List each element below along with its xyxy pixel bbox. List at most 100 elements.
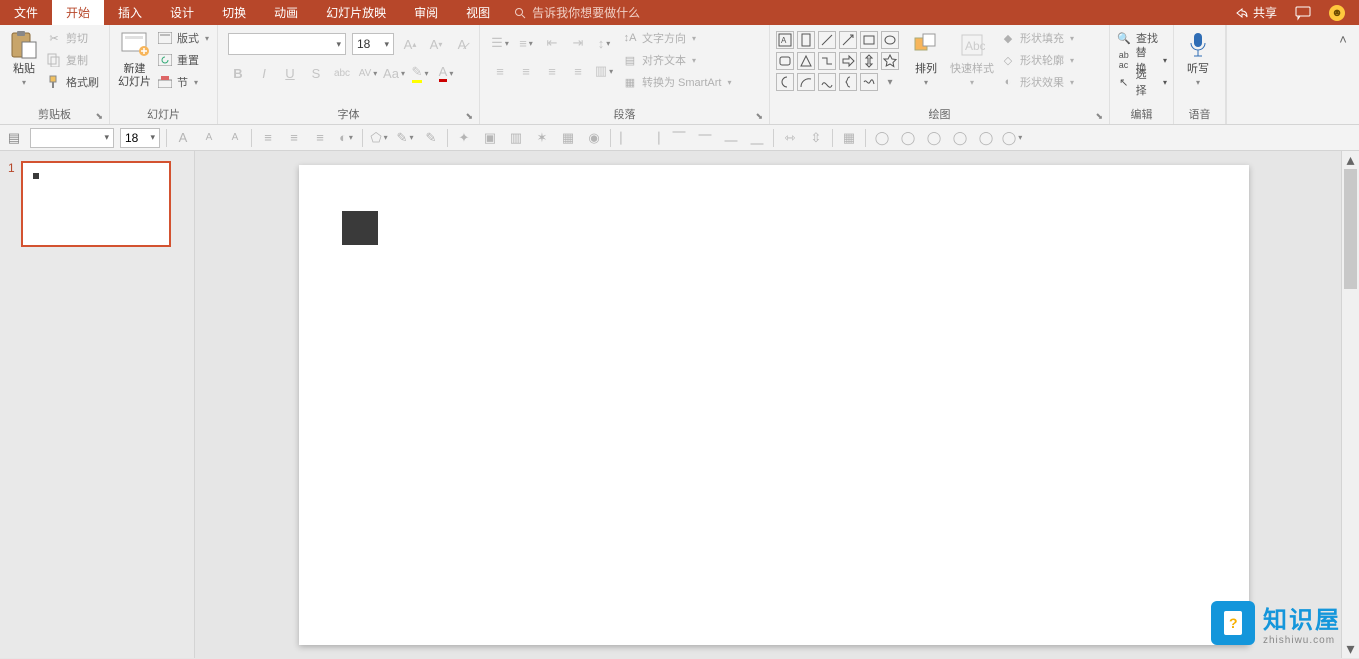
qat-circle-3[interactable]: ◯ <box>924 128 944 148</box>
qat-icon-2[interactable]: ▥ <box>506 128 526 148</box>
qat-dist-v[interactable]: ⇳ <box>806 128 826 148</box>
font-color-button[interactable]: A <box>436 63 456 83</box>
numbering-button[interactable]: ≡ <box>516 33 536 53</box>
qat-icon-4[interactable]: ▦ <box>558 128 578 148</box>
scroll-down-button[interactable]: ▾ <box>1342 640 1359 658</box>
qat-group[interactable]: ▦ <box>839 128 859 148</box>
qat-circle-4[interactable]: ◯ <box>950 128 970 148</box>
qat-align-2[interactable]: ⎹ <box>643 128 663 148</box>
shadow-button[interactable]: abc <box>332 63 352 83</box>
qat-icon-3[interactable]: ✶ <box>532 128 552 148</box>
tab-transitions[interactable]: 切换 <box>208 0 260 25</box>
tab-file[interactable]: 文件 <box>0 0 52 25</box>
change-case-button[interactable]: Aa <box>384 63 404 83</box>
scroll-up-button[interactable]: ▴ <box>1342 151 1359 169</box>
shape-textbox-vert[interactable] <box>797 31 815 49</box>
slide-rectangle-shape[interactable] <box>342 211 378 245</box>
shrink-font-button[interactable]: A▾ <box>426 34 446 54</box>
qat-btn-c[interactable]: ✎ <box>421 128 441 148</box>
qat-font-size-down[interactable]: A <box>199 128 219 148</box>
qat-align-5[interactable]: ⎼ <box>721 128 741 148</box>
font-launcher[interactable]: ⬊ <box>465 111 473 122</box>
align-text-button[interactable]: ▤对齐文本▾ <box>620 49 733 71</box>
convert-smartart-button[interactable]: ▦转换为 SmartArt▾ <box>620 71 733 93</box>
italic-button[interactable]: I <box>254 63 274 83</box>
shape-rectangle[interactable] <box>860 31 878 49</box>
section-button[interactable]: 节▾ <box>155 71 211 93</box>
layout-button[interactable]: 版式▾ <box>155 27 211 49</box>
qat-align-left[interactable]: ≡ <box>258 128 278 148</box>
bullets-button[interactable]: ☰ <box>490 33 510 53</box>
slide[interactable] <box>299 165 1249 645</box>
shape-textbox[interactable]: A <box>776 31 794 49</box>
qat-char-spacing[interactable]: A <box>225 128 245 148</box>
select-button[interactable]: ↖选择▾ <box>1114 71 1169 93</box>
shape-line-arrow[interactable] <box>839 31 857 49</box>
underline-button[interactable]: U <box>280 63 300 83</box>
shape-triangle[interactable] <box>797 52 815 70</box>
strikethrough-button[interactable]: S <box>306 63 326 83</box>
clipboard-launcher[interactable]: ⬊ <box>95 111 103 122</box>
qat-align-6[interactable]: ⎽ <box>747 128 767 148</box>
qat-align-4[interactable]: ⎻ <box>695 128 715 148</box>
shape-moon[interactable] <box>776 73 794 91</box>
account-smiley-icon[interactable]: ☻ <box>1329 5 1345 21</box>
tab-insert[interactable]: 插入 <box>104 0 156 25</box>
vertical-scrollbar[interactable]: ▴ ▾ <box>1341 151 1359 658</box>
columns-button[interactable]: ▥ <box>594 61 614 81</box>
slide-thumbnail-1[interactable] <box>21 161 171 247</box>
shape-oval[interactable] <box>881 31 899 49</box>
comments-icon[interactable] <box>1295 5 1311 21</box>
shape-fill-button[interactable]: ◆形状填充▾ <box>998 27 1076 49</box>
align-center-button[interactable]: ≡ <box>516 61 536 81</box>
qat-circle-5[interactable]: ◯ <box>976 128 996 148</box>
arrange-button[interactable]: 排列▾ <box>906 27 946 91</box>
highlight-button[interactable]: ✎ <box>410 63 430 83</box>
shape-arc[interactable] <box>797 73 815 91</box>
qat-font-size-up[interactable]: A <box>173 128 193 148</box>
grow-font-button[interactable]: A▴ <box>400 34 420 54</box>
qat-align-right[interactable]: ≡ <box>310 128 330 148</box>
align-right-button[interactable]: ≡ <box>542 61 562 81</box>
dictate-button[interactable]: 听写▾ <box>1178 27 1218 91</box>
collapse-ribbon-button[interactable]: ˄ <box>1333 29 1353 49</box>
shapes-more[interactable]: ▾ <box>881 73 899 91</box>
scroll-thumb[interactable] <box>1344 169 1357 289</box>
qat-font-combo[interactable]: ▾ <box>30 128 114 148</box>
copy-button[interactable]: 复制 <box>44 49 101 71</box>
cut-button[interactable]: ✂剪切 <box>44 27 101 49</box>
qat-align-center[interactable]: ≡ <box>284 128 304 148</box>
tell-me-search[interactable]: 告诉我你想要做什么 <box>504 0 650 25</box>
paste-button[interactable]: 粘贴▾ <box>4 27 44 91</box>
quick-styles-button[interactable]: Abc 快速样式▾ <box>946 27 998 91</box>
shape-arrow-right[interactable] <box>839 52 857 70</box>
qat-icon-5[interactable]: ◉ <box>584 128 604 148</box>
shape-brace[interactable] <box>839 73 857 91</box>
shape-effects-button[interactable]: ◐形状效果▾ <box>998 71 1076 93</box>
slide-canvas-area[interactable] <box>195 151 1341 658</box>
align-left-button[interactable]: ≡ <box>490 61 510 81</box>
share-button[interactable]: 共享 <box>1235 4 1277 21</box>
font-size-combo[interactable]: 18▾ <box>352 33 394 55</box>
text-direction-button[interactable]: ↕A文字方向▾ <box>620 27 733 49</box>
new-slide-button[interactable]: 新建 幻灯片 <box>114 27 155 91</box>
qat-size-combo[interactable]: 18▾ <box>120 128 160 148</box>
shape-line[interactable] <box>818 31 836 49</box>
qat-dist-h[interactable]: ⇿ <box>780 128 800 148</box>
shape-connector[interactable] <box>818 52 836 70</box>
reset-button[interactable]: 重置 <box>155 49 211 71</box>
tab-view[interactable]: 视图 <box>452 0 504 25</box>
qat-align-3[interactable]: ⎺ <box>669 128 689 148</box>
scroll-track[interactable] <box>1342 169 1359 640</box>
qat-shape-effects[interactable]: ◐ <box>336 128 356 148</box>
qat-btn-a[interactable]: ⬠ <box>369 128 389 148</box>
qat-circle-1[interactable]: ◯ <box>872 128 892 148</box>
shape-star[interactable] <box>881 52 899 70</box>
shape-outline-button[interactable]: ◇形状轮廓▾ <box>998 49 1076 71</box>
qat-home-icon[interactable]: ▤ <box>4 128 24 148</box>
qat-icon-1[interactable]: ▣ <box>480 128 500 148</box>
tab-animations[interactable]: 动画 <box>260 0 312 25</box>
qat-btn-b[interactable]: ✎ <box>395 128 415 148</box>
qat-circle-2[interactable]: ◯ <box>898 128 918 148</box>
tab-slideshow[interactable]: 幻灯片放映 <box>312 0 400 25</box>
